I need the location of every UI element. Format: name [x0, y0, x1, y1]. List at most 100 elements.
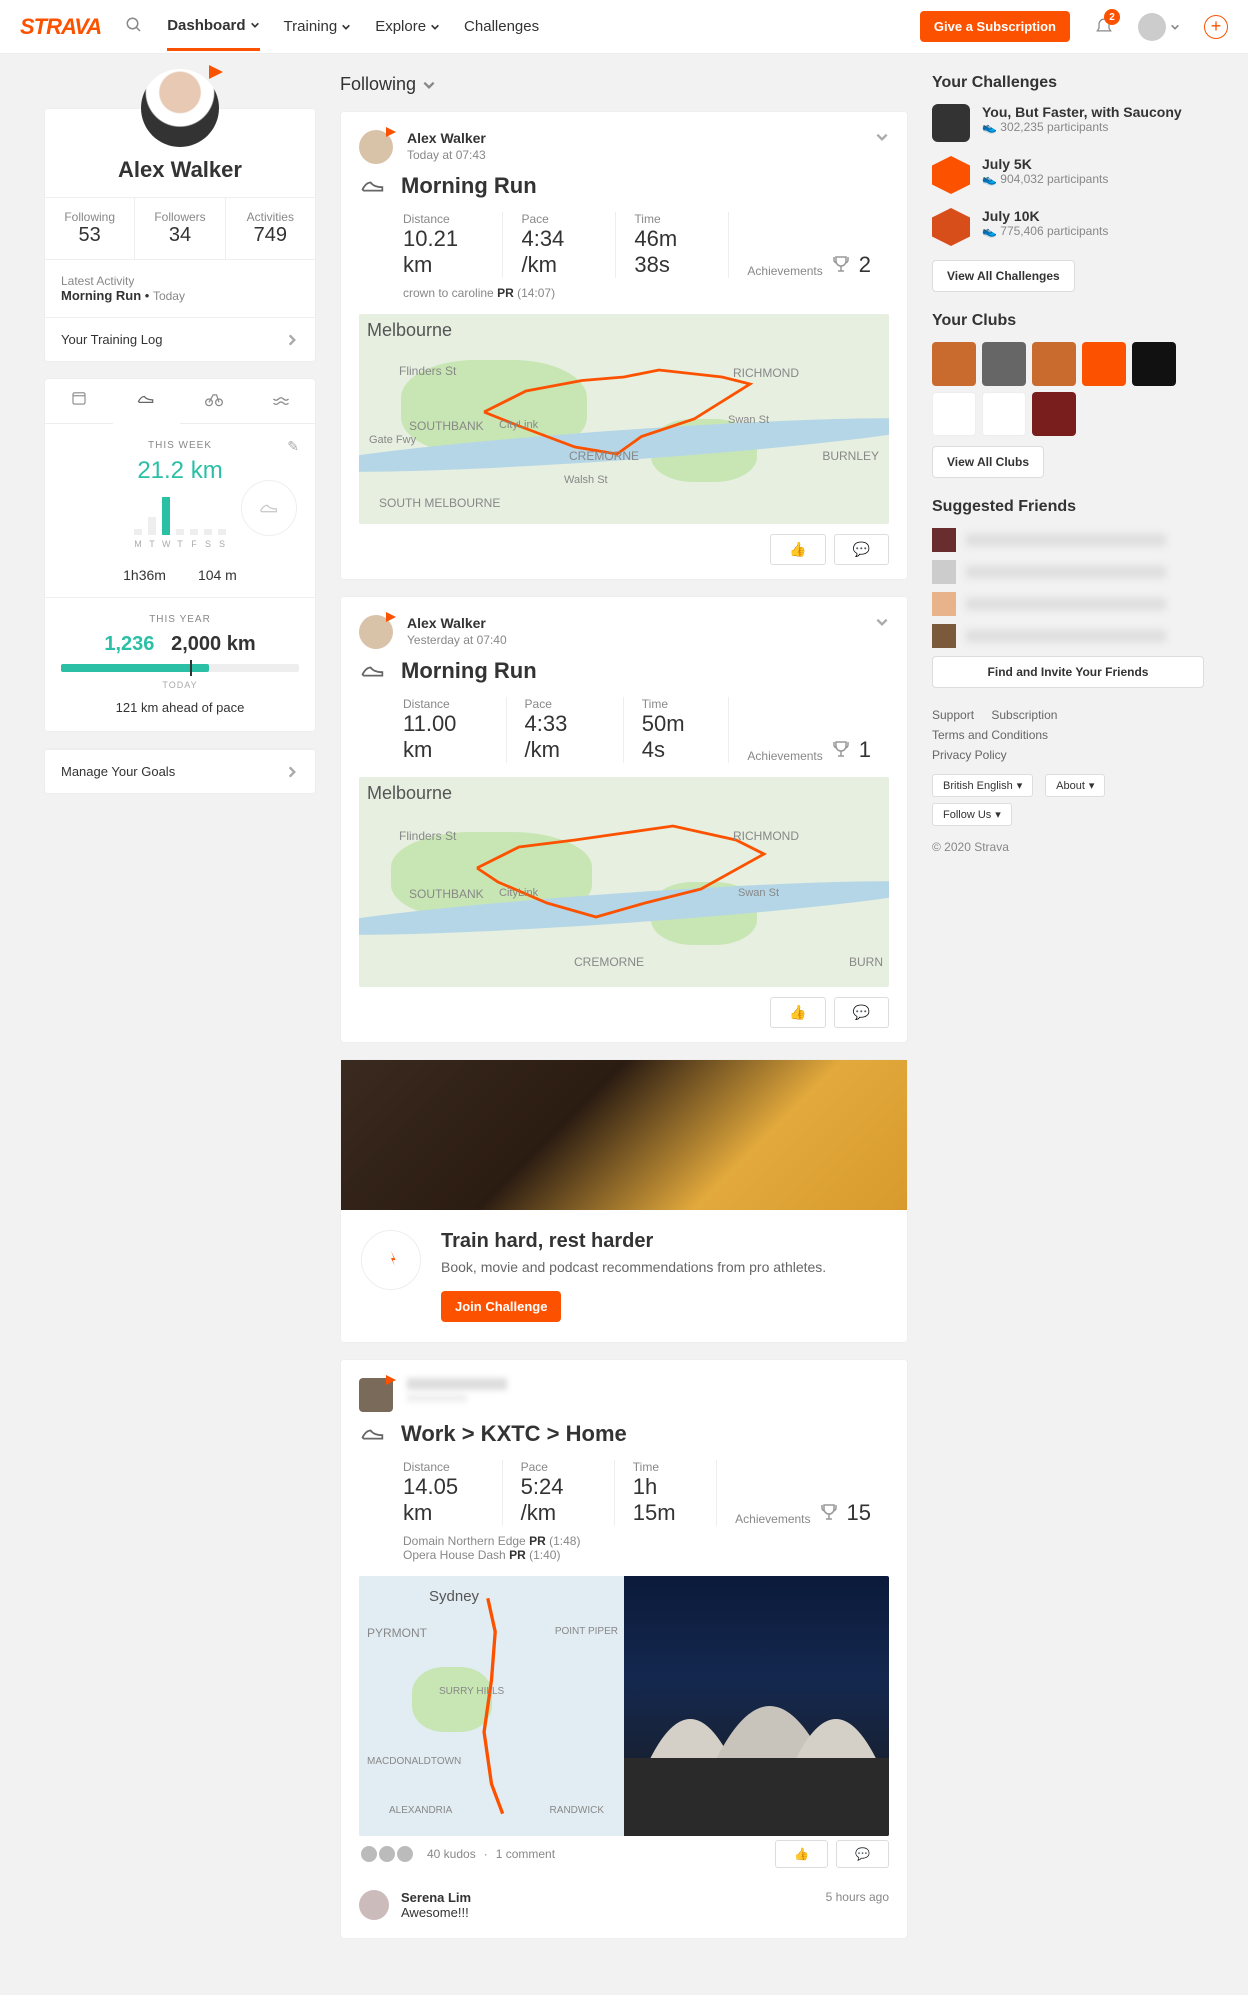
week-elev: 104 m — [198, 567, 237, 583]
upload-icon[interactable]: + — [1204, 15, 1228, 39]
club-badge[interactable] — [932, 342, 976, 386]
stat-following[interactable]: Following53 — [45, 198, 135, 259]
follow-select[interactable]: Follow Us ▾ — [932, 803, 1012, 826]
kudos-button[interactable]: 👍 — [775, 1840, 828, 1868]
profile-card: Alex Walker Following53 Followers34 Acti… — [44, 108, 316, 362]
activity-title[interactable]: Morning Run — [401, 658, 537, 684]
year-pace: 121 km ahead of pace — [61, 700, 299, 715]
clubs-heading: Your Clubs — [932, 312, 1204, 330]
commenter-avatar[interactable] — [359, 1890, 389, 1920]
activity-user[interactable]: Alex Walker — [407, 615, 486, 631]
club-badge[interactable] — [1032, 392, 1076, 436]
view-all-clubs-button[interactable]: View All Clubs — [932, 446, 1044, 478]
promo-image — [341, 1060, 907, 1210]
activity-map[interactable]: Melbourne Flinders St RICHMOND SOUTHBANK… — [359, 777, 889, 987]
view-all-challenges-button[interactable]: View All Challenges — [932, 260, 1075, 292]
club-badge[interactable] — [1132, 342, 1176, 386]
challenge-badge-icon — [932, 156, 970, 194]
year-current: 1,236 — [104, 633, 154, 655]
language-select[interactable]: British English ▾ — [932, 774, 1033, 797]
run-icon — [359, 657, 387, 685]
find-friends-button[interactable]: Find and Invite Your Friends — [932, 656, 1204, 688]
avatar — [1138, 13, 1166, 41]
about-select[interactable]: About ▾ — [1045, 774, 1105, 797]
stat-followers[interactable]: Followers34 — [135, 198, 225, 259]
challenges-heading: Your Challenges — [932, 74, 1204, 92]
stats-tab-bike[interactable] — [180, 379, 248, 423]
challenge-badge-icon — [932, 208, 970, 246]
stats-tab-swim[interactable] — [248, 379, 316, 423]
club-badge[interactable] — [1032, 342, 1076, 386]
activity-timestamp: Yesterday at 07:40 — [407, 633, 507, 647]
challenge-item[interactable]: July 5K👟 904,032 participants — [932, 156, 1204, 194]
notifications-badge: 2 — [1104, 9, 1120, 25]
kudos-button[interactable]: 👍 — [770, 997, 825, 1028]
footer-subscription[interactable]: Subscription — [991, 708, 1057, 722]
weekly-stats-card: ✎ THIS WEEK 21.2 km MTWTFSS 1h36m 104 m … — [44, 378, 316, 732]
training-log-link[interactable]: Your Training Log — [45, 317, 315, 361]
footer-privacy[interactable]: Privacy Policy — [932, 748, 1007, 762]
edit-icon[interactable]: ✎ — [287, 438, 299, 455]
latest-activity[interactable]: Latest Activity Morning Run • Today — [45, 259, 315, 317]
nav-challenges[interactable]: Challenges — [464, 3, 539, 51]
activity-avatar[interactable] — [359, 130, 393, 164]
activity-title[interactable]: Work > KXTC > Home — [401, 1421, 627, 1447]
club-badge[interactable] — [932, 392, 976, 436]
nav-training[interactable]: Training — [284, 3, 352, 51]
give-subscription-button[interactable]: Give a Subscription — [920, 11, 1070, 42]
logo[interactable]: STRAVA — [20, 14, 101, 40]
club-badge[interactable] — [1082, 342, 1126, 386]
commenter-name[interactable]: Serena Lim — [401, 1890, 471, 1905]
comment-time: 5 hours ago — [826, 1890, 889, 1904]
run-icon — [359, 1420, 387, 1448]
challenge-item[interactable]: You, But Faster, with Saucony👟 302,235 p… — [932, 104, 1204, 142]
activity-menu-icon[interactable] — [875, 130, 889, 147]
profile-avatar[interactable] — [141, 69, 219, 147]
footer-support[interactable]: Support — [932, 708, 974, 722]
manage-goals-link[interactable]: Manage Your Goals — [45, 749, 315, 793]
search-icon[interactable] — [125, 16, 143, 37]
copyright: © 2020 Strava — [932, 840, 1204, 854]
nav-explore[interactable]: Explore — [375, 3, 440, 51]
promo-text: Book, movie and podcast recommendations … — [441, 1259, 826, 1275]
comment-text: Awesome!!! — [401, 1905, 814, 1920]
activity-map[interactable]: Sydney PYRMONT POINT PIPER SURRY HILLS M… — [359, 1576, 889, 1836]
suggested-heading: Suggested Friends — [932, 498, 1204, 516]
footer-terms[interactable]: Terms and Conditions — [932, 728, 1048, 742]
club-badge[interactable] — [982, 342, 1026, 386]
top-nav: STRAVA Dashboard Training Explore Challe… — [0, 0, 1248, 54]
avatar-menu[interactable] — [1138, 13, 1180, 41]
stats-tab-calendar[interactable] — [45, 379, 113, 423]
challenge-item[interactable]: July 10K👟 775,406 participants — [932, 208, 1204, 246]
stats-tab-run[interactable] — [113, 379, 181, 424]
join-challenge-button[interactable]: Join Challenge — [441, 1291, 561, 1322]
kudos-button[interactable]: 👍 — [770, 534, 825, 565]
nav-dashboard[interactable]: Dashboard — [167, 3, 259, 51]
stat-activities[interactable]: Activities749 — [226, 198, 315, 259]
run-icon — [359, 172, 387, 200]
comment-button[interactable]: 💬 — [834, 997, 889, 1028]
promo-title: Train hard, rest harder — [441, 1230, 826, 1253]
activity-user[interactable]: Alex Walker — [407, 130, 486, 146]
year-progress — [61, 664, 299, 672]
goals-card: Manage Your Goals — [44, 748, 316, 794]
notifications-icon[interactable]: 2 — [1094, 15, 1114, 38]
comment-button[interactable]: 💬 — [834, 534, 889, 565]
activity-avatar[interactable] — [359, 1378, 393, 1412]
kudos-count[interactable]: 40 kudos — [427, 1847, 476, 1861]
promo-card: Train hard, rest harder Book, movie and … — [340, 1059, 908, 1343]
challenge-badge-icon — [932, 104, 970, 142]
activity-avatar[interactable] — [359, 615, 393, 649]
strava-badge-icon — [361, 1230, 421, 1290]
activity-menu-icon[interactable] — [875, 615, 889, 632]
activity-card: Alex Walker Today at 07:43 Morning Run D… — [340, 111, 908, 580]
feed-filter[interactable]: Following — [340, 74, 908, 95]
activity-map[interactable]: Melbourne Flinders St RICHMOND SOUTHBANK… — [359, 314, 889, 524]
week-time: 1h36m — [123, 567, 166, 583]
comment-button[interactable]: 💬 — [836, 1840, 889, 1868]
activity-title[interactable]: Morning Run — [401, 173, 537, 199]
nav-links: Dashboard Training Explore Challenges — [167, 3, 539, 51]
comments-count[interactable]: 1 comment — [496, 1847, 555, 1861]
club-badge[interactable] — [982, 392, 1026, 436]
profile-name[interactable]: Alex Walker — [45, 157, 315, 197]
